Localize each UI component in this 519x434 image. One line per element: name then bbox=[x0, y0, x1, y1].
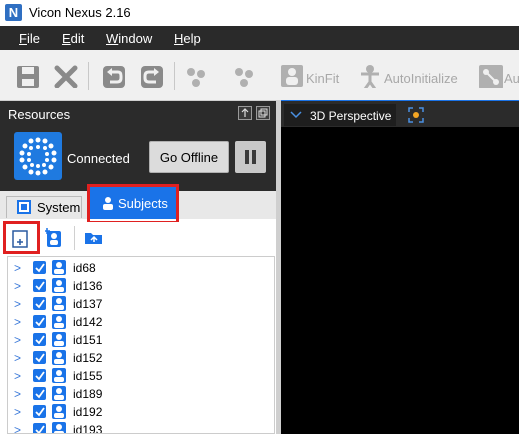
subject-icon bbox=[52, 314, 66, 329]
expand-arrow-icon[interactable]: > bbox=[14, 405, 21, 419]
undo-icon[interactable] bbox=[101, 64, 127, 88]
go-offline-button[interactable]: Go Offline bbox=[149, 141, 229, 173]
checkbox-checked-icon[interactable] bbox=[33, 351, 46, 364]
tab-system-label: System bbox=[37, 200, 81, 215]
save-icon[interactable] bbox=[15, 64, 41, 88]
expand-arrow-icon[interactable]: > bbox=[14, 333, 21, 347]
list-item[interactable]: > id152 bbox=[8, 349, 274, 367]
autoinitialize-label[interactable]: AutoInitialize bbox=[384, 71, 458, 86]
subject-icon bbox=[52, 404, 66, 419]
subject-name: id193 bbox=[73, 423, 103, 434]
menu-bar: File Edit Window Help bbox=[0, 26, 519, 50]
open-folder-icon[interactable] bbox=[84, 230, 104, 246]
create-subject-highlight bbox=[3, 221, 40, 254]
subject-name: id136 bbox=[73, 279, 103, 293]
autoinitialize-icon[interactable] bbox=[358, 64, 382, 88]
checkbox-checked-icon[interactable] bbox=[33, 315, 46, 328]
kinfit-label[interactable]: KinFit bbox=[306, 71, 339, 86]
au-label[interactable]: Au bbox=[504, 71, 519, 86]
expand-arrow-icon[interactable]: > bbox=[14, 279, 21, 293]
list-item[interactable]: > id151 bbox=[8, 331, 274, 349]
pause-button[interactable] bbox=[235, 141, 266, 173]
expand-arrow-icon[interactable]: > bbox=[14, 387, 21, 401]
checkbox-checked-icon[interactable] bbox=[33, 387, 46, 400]
list-item[interactable]: > id68 bbox=[8, 259, 274, 277]
list-item[interactable]: > id189 bbox=[8, 385, 274, 403]
subject-icon bbox=[52, 260, 66, 275]
resources-title: Resources bbox=[8, 107, 71, 122]
checkbox-checked-icon[interactable] bbox=[33, 405, 46, 418]
subject-name: id189 bbox=[73, 387, 103, 401]
expand-arrow-icon[interactable]: > bbox=[14, 423, 21, 433]
subject-icon bbox=[52, 296, 66, 311]
redo-icon[interactable] bbox=[139, 64, 165, 88]
window-title: Vicon Nexus 2.16 bbox=[29, 5, 131, 20]
subject-name: id151 bbox=[73, 333, 103, 347]
expand-arrow-icon[interactable]: > bbox=[14, 351, 21, 365]
checkbox-checked-icon[interactable] bbox=[33, 423, 46, 434]
list-item[interactable]: > id193 bbox=[8, 421, 274, 434]
list-item[interactable]: > id137 bbox=[8, 295, 274, 313]
connection-status: Connected bbox=[67, 151, 130, 166]
create-subject-from-template-icon[interactable] bbox=[45, 228, 63, 248]
subjects-tab-highlight bbox=[87, 184, 179, 224]
subject-name: id155 bbox=[73, 369, 103, 383]
subject-icon bbox=[52, 422, 66, 433]
expand-arrow-icon[interactable]: > bbox=[14, 369, 21, 383]
subject-name: id142 bbox=[73, 315, 103, 329]
checkbox-checked-icon[interactable] bbox=[33, 369, 46, 382]
expand-arrow-icon[interactable]: > bbox=[14, 315, 21, 329]
subject-icon bbox=[52, 278, 66, 293]
vicon-device-icon bbox=[14, 132, 62, 180]
close-icon[interactable] bbox=[53, 64, 79, 88]
pin-icon[interactable] bbox=[238, 106, 252, 120]
menu-edit[interactable]: Edit bbox=[62, 31, 84, 46]
subject-icon bbox=[52, 350, 66, 365]
list-item[interactable]: > id192 bbox=[8, 403, 274, 421]
subject-icon bbox=[52, 332, 66, 347]
tab-system[interactable]: System bbox=[6, 196, 82, 218]
labeling2-icon[interactable] bbox=[231, 64, 257, 88]
list-item[interactable]: > id142 bbox=[8, 313, 274, 331]
subjects-tree: > id68 > id136 > id137 > id142 > id151 >… bbox=[7, 256, 275, 434]
pause-icon bbox=[245, 150, 256, 164]
subject-name: id68 bbox=[73, 261, 96, 275]
checkbox-checked-icon[interactable] bbox=[33, 279, 46, 292]
app-logo-icon: N bbox=[5, 4, 22, 21]
kinfit-icon[interactable] bbox=[280, 64, 304, 88]
float-panel-icon[interactable] bbox=[256, 106, 270, 120]
menu-window[interactable]: Window bbox=[106, 31, 152, 46]
labeling-icon[interactable] bbox=[183, 64, 209, 88]
subject-name: id192 bbox=[73, 405, 103, 419]
expand-arrow-icon[interactable]: > bbox=[14, 261, 21, 275]
checkbox-checked-icon[interactable] bbox=[33, 297, 46, 310]
main-toolbar: KinFit AutoInitialize Au bbox=[0, 50, 519, 101]
list-item[interactable]: > id136 bbox=[8, 277, 274, 295]
viewport-title[interactable]: 3D Perspective bbox=[310, 109, 391, 123]
subject-icon bbox=[52, 368, 66, 383]
pipeline-icon[interactable] bbox=[478, 64, 504, 88]
subjects-toolbar bbox=[0, 222, 276, 254]
3d-viewport[interactable] bbox=[281, 127, 519, 434]
subject-name: id137 bbox=[73, 297, 103, 311]
system-icon bbox=[17, 200, 31, 214]
menu-file[interactable]: File bbox=[19, 31, 40, 46]
list-item[interactable]: > id155 bbox=[8, 367, 274, 385]
subject-name: id152 bbox=[73, 351, 103, 365]
camera-focus-icon[interactable] bbox=[408, 107, 424, 123]
checkbox-checked-icon[interactable] bbox=[33, 261, 46, 274]
menu-help[interactable]: Help bbox=[174, 31, 201, 46]
checkbox-checked-icon[interactable] bbox=[33, 333, 46, 346]
chevron-down-icon[interactable] bbox=[290, 111, 302, 119]
expand-arrow-icon[interactable]: > bbox=[14, 297, 21, 311]
subject-icon bbox=[52, 386, 66, 401]
